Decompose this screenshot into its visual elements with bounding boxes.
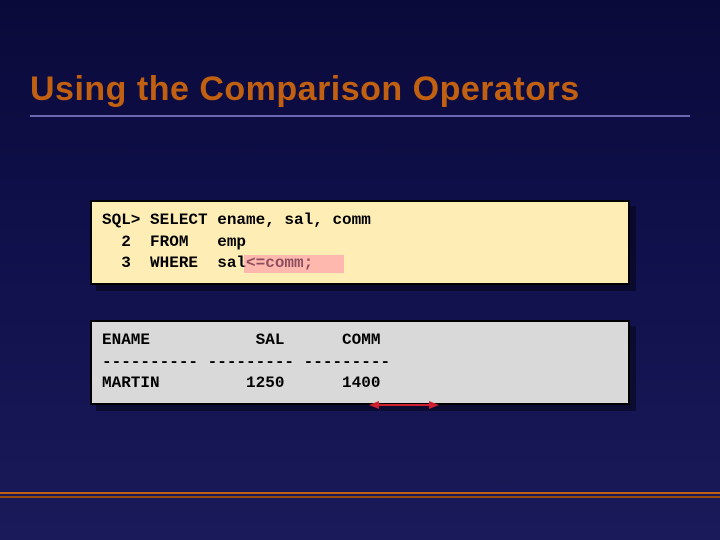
bottom-accent-line	[0, 492, 720, 494]
result-header: ENAME SAL COMM	[102, 331, 380, 349]
result-divider: ---------- --------- ---------	[102, 353, 390, 371]
slide-title: Using the Comparison Operators	[0, 0, 720, 109]
sql-query-content: SQL> SELECT ename, sal, comm 2 FROM emp …	[90, 200, 630, 285]
title-underline	[30, 115, 690, 117]
result-content: ENAME SAL COMM ---------- --------- ----…	[90, 320, 630, 405]
bottom-accent-line-shadow	[0, 496, 720, 498]
result-row-1: MARTIN 1250 1400	[102, 374, 380, 392]
sql-line-2: 2 FROM emp	[102, 233, 246, 251]
sql-query-box: SQL> SELECT ename, sal, comm 2 FROM emp …	[90, 200, 630, 285]
result-box: ENAME SAL COMM ---------- --------- ----…	[90, 320, 630, 405]
sql-line-1: SQL> SELECT ename, sal, comm	[102, 211, 371, 229]
slide: Using the Comparison Operators SQL> SELE…	[0, 0, 720, 540]
sql-line-3: 3 WHERE sal<=comm;	[102, 254, 313, 272]
